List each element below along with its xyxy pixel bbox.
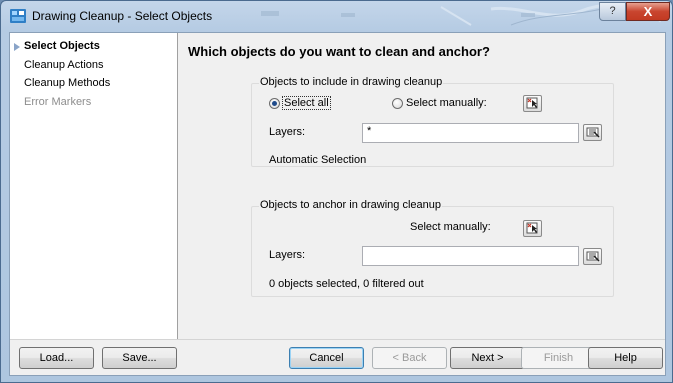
include-layers-input[interactable]: * bbox=[362, 123, 579, 143]
finish-button: Finish bbox=[521, 347, 596, 369]
sidebar-item-error-markers: Error Markers bbox=[24, 96, 92, 108]
dialog-window: Drawing Cleanup - Select Objects ? X Sel… bbox=[0, 0, 673, 383]
anchor-group: Objects to anchor in drawing cleanup Sel… bbox=[251, 199, 614, 297]
select-all-label[interactable]: Select all bbox=[282, 96, 331, 110]
footer-divider bbox=[10, 339, 665, 340]
sidebar-item-cleanup-actions[interactable]: Cleanup Actions bbox=[24, 59, 104, 71]
anchor-select-manually-label[interactable]: Select manually: bbox=[410, 221, 491, 233]
anchor-layers-input[interactable] bbox=[362, 246, 579, 266]
pick-objects-button[interactable] bbox=[523, 95, 542, 112]
layer-filter-icon bbox=[586, 127, 600, 138]
sidebar-arrow-icon bbox=[14, 43, 20, 51]
anchor-status-text: 0 objects selected, 0 filtered out bbox=[269, 278, 424, 290]
back-button: < Back bbox=[372, 347, 447, 369]
app-icon bbox=[10, 9, 26, 23]
anchor-group-title: Objects to anchor in drawing cleanup bbox=[259, 199, 442, 211]
sidebar-item-cleanup-methods[interactable]: Cleanup Methods bbox=[24, 77, 110, 89]
page-heading: Which objects do you want to clean and a… bbox=[188, 44, 490, 59]
anchor-layer-filter-button[interactable] bbox=[583, 248, 602, 265]
include-layers-label: Layers: bbox=[269, 126, 306, 138]
pick-objects-icon bbox=[526, 97, 538, 109]
cancel-button[interactable]: Cancel bbox=[289, 347, 364, 369]
select-manually-label[interactable]: Select manually: bbox=[406, 97, 487, 109]
layer-filter-icon bbox=[586, 251, 600, 262]
wizard-sidebar: Select Objects Cleanup Actions Cleanup M… bbox=[10, 33, 178, 339]
include-group-title: Objects to include in drawing cleanup bbox=[259, 76, 444, 88]
window-title: Drawing Cleanup - Select Objects bbox=[32, 9, 213, 23]
next-button[interactable]: Next > bbox=[450, 347, 525, 369]
title-bar[interactable]: Drawing Cleanup - Select Objects ? X bbox=[1, 1, 672, 31]
include-layer-filter-button[interactable] bbox=[583, 124, 602, 141]
select-all-radio[interactable] bbox=[269, 98, 280, 109]
pick-objects-icon bbox=[526, 222, 538, 234]
help-button[interactable]: Help bbox=[588, 347, 663, 369]
select-manually-radio[interactable] bbox=[392, 98, 403, 109]
anchor-layers-label: Layers: bbox=[269, 249, 306, 261]
anchor-pick-objects-button[interactable] bbox=[523, 220, 542, 237]
load-button[interactable]: Load... bbox=[19, 347, 94, 369]
save-button[interactable]: Save... bbox=[102, 347, 177, 369]
dialog-client-area: Select Objects Cleanup Actions Cleanup M… bbox=[9, 32, 666, 376]
help-title-button[interactable]: ? bbox=[599, 2, 626, 21]
sidebar-item-select-objects[interactable]: Select Objects bbox=[24, 40, 100, 52]
close-button[interactable]: X bbox=[626, 2, 670, 21]
include-status-text: Automatic Selection bbox=[269, 154, 367, 166]
include-group: Objects to include in drawing cleanup Se… bbox=[251, 76, 614, 167]
